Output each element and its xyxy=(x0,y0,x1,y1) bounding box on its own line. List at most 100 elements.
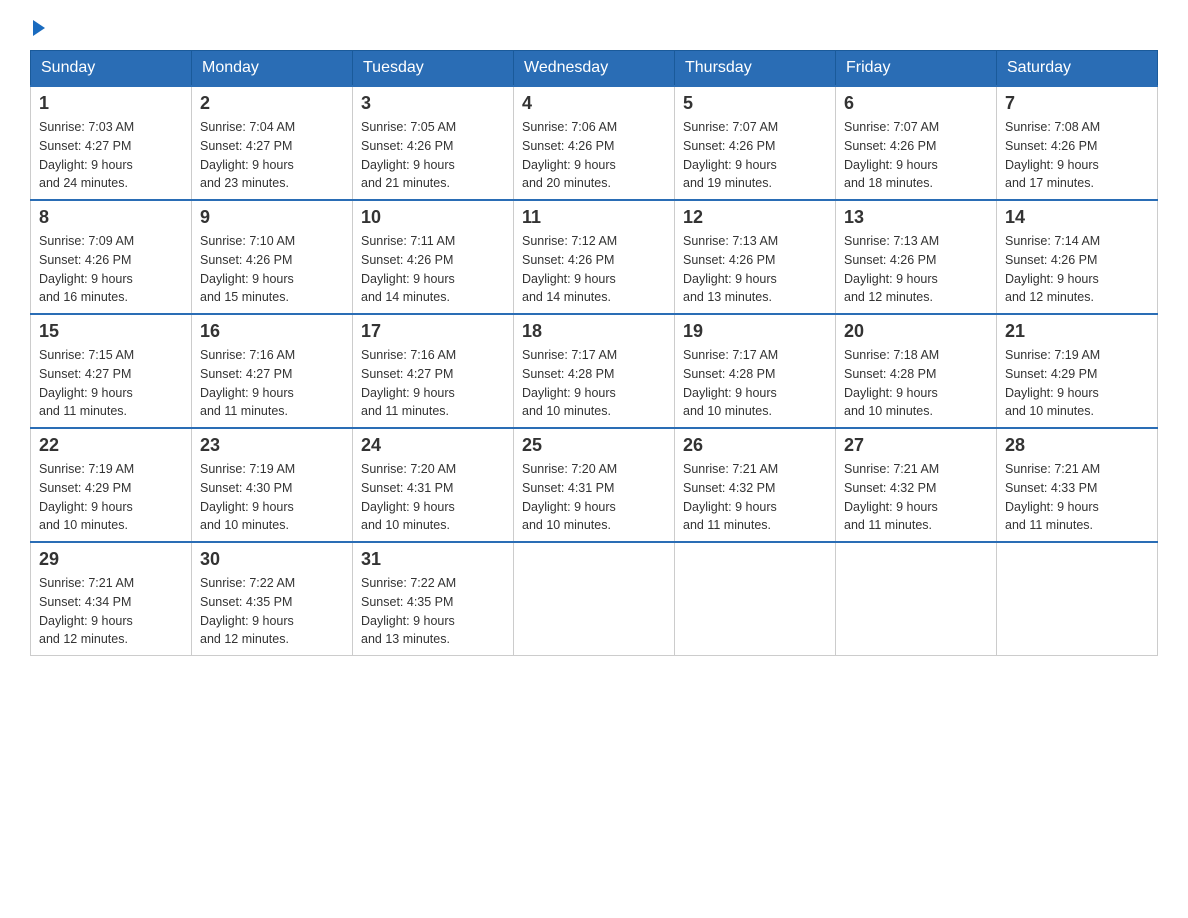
day-info: Sunrise: 7:19 AMSunset: 4:29 PMDaylight:… xyxy=(1005,348,1100,418)
calendar-cell: 13 Sunrise: 7:13 AMSunset: 4:26 PMDaylig… xyxy=(836,200,997,314)
day-info: Sunrise: 7:07 AMSunset: 4:26 PMDaylight:… xyxy=(683,120,778,190)
day-info: Sunrise: 7:03 AMSunset: 4:27 PMDaylight:… xyxy=(39,120,134,190)
day-info: Sunrise: 7:05 AMSunset: 4:26 PMDaylight:… xyxy=(361,120,456,190)
calendar-week-row: 1 Sunrise: 7:03 AMSunset: 4:27 PMDayligh… xyxy=(31,86,1158,200)
day-number: 29 xyxy=(39,549,183,570)
day-number: 14 xyxy=(1005,207,1149,228)
calendar-week-row: 8 Sunrise: 7:09 AMSunset: 4:26 PMDayligh… xyxy=(31,200,1158,314)
calendar-header-thursday: Thursday xyxy=(675,51,836,87)
day-info: Sunrise: 7:07 AMSunset: 4:26 PMDaylight:… xyxy=(844,120,939,190)
logo-triangle-icon xyxy=(33,20,45,36)
calendar-cell: 22 Sunrise: 7:19 AMSunset: 4:29 PMDaylig… xyxy=(31,428,192,542)
day-number: 17 xyxy=(361,321,505,342)
calendar-cell: 28 Sunrise: 7:21 AMSunset: 4:33 PMDaylig… xyxy=(997,428,1158,542)
day-number: 7 xyxy=(1005,93,1149,114)
logo xyxy=(30,20,45,40)
day-info: Sunrise: 7:09 AMSunset: 4:26 PMDaylight:… xyxy=(39,234,134,304)
day-info: Sunrise: 7:20 AMSunset: 4:31 PMDaylight:… xyxy=(361,462,456,532)
calendar-cell: 21 Sunrise: 7:19 AMSunset: 4:29 PMDaylig… xyxy=(997,314,1158,428)
calendar-cell: 10 Sunrise: 7:11 AMSunset: 4:26 PMDaylig… xyxy=(353,200,514,314)
calendar-cell: 18 Sunrise: 7:17 AMSunset: 4:28 PMDaylig… xyxy=(514,314,675,428)
calendar-week-row: 29 Sunrise: 7:21 AMSunset: 4:34 PMDaylig… xyxy=(31,542,1158,656)
calendar-cell: 29 Sunrise: 7:21 AMSunset: 4:34 PMDaylig… xyxy=(31,542,192,656)
day-info: Sunrise: 7:21 AMSunset: 4:33 PMDaylight:… xyxy=(1005,462,1100,532)
day-info: Sunrise: 7:13 AMSunset: 4:26 PMDaylight:… xyxy=(683,234,778,304)
day-info: Sunrise: 7:17 AMSunset: 4:28 PMDaylight:… xyxy=(683,348,778,418)
day-number: 12 xyxy=(683,207,827,228)
calendar-cell: 24 Sunrise: 7:20 AMSunset: 4:31 PMDaylig… xyxy=(353,428,514,542)
day-info: Sunrise: 7:18 AMSunset: 4:28 PMDaylight:… xyxy=(844,348,939,418)
calendar-header-friday: Friday xyxy=(836,51,997,87)
calendar-cell: 31 Sunrise: 7:22 AMSunset: 4:35 PMDaylig… xyxy=(353,542,514,656)
calendar-cell: 26 Sunrise: 7:21 AMSunset: 4:32 PMDaylig… xyxy=(675,428,836,542)
day-number: 1 xyxy=(39,93,183,114)
calendar-table: SundayMondayTuesdayWednesdayThursdayFrid… xyxy=(30,50,1158,656)
day-number: 20 xyxy=(844,321,988,342)
day-number: 27 xyxy=(844,435,988,456)
calendar-cell: 5 Sunrise: 7:07 AMSunset: 4:26 PMDayligh… xyxy=(675,86,836,200)
calendar-cell: 20 Sunrise: 7:18 AMSunset: 4:28 PMDaylig… xyxy=(836,314,997,428)
day-number: 15 xyxy=(39,321,183,342)
day-info: Sunrise: 7:08 AMSunset: 4:26 PMDaylight:… xyxy=(1005,120,1100,190)
day-number: 30 xyxy=(200,549,344,570)
calendar-header-saturday: Saturday xyxy=(997,51,1158,87)
calendar-cell: 27 Sunrise: 7:21 AMSunset: 4:32 PMDaylig… xyxy=(836,428,997,542)
day-info: Sunrise: 7:06 AMSunset: 4:26 PMDaylight:… xyxy=(522,120,617,190)
calendar-cell xyxy=(514,542,675,656)
day-info: Sunrise: 7:12 AMSunset: 4:26 PMDaylight:… xyxy=(522,234,617,304)
calendar-cell: 9 Sunrise: 7:10 AMSunset: 4:26 PMDayligh… xyxy=(192,200,353,314)
day-number: 6 xyxy=(844,93,988,114)
day-info: Sunrise: 7:16 AMSunset: 4:27 PMDaylight:… xyxy=(361,348,456,418)
calendar-cell: 3 Sunrise: 7:05 AMSunset: 4:26 PMDayligh… xyxy=(353,86,514,200)
day-number: 4 xyxy=(522,93,666,114)
calendar-cell: 12 Sunrise: 7:13 AMSunset: 4:26 PMDaylig… xyxy=(675,200,836,314)
calendar-cell xyxy=(675,542,836,656)
day-number: 25 xyxy=(522,435,666,456)
calendar-cell: 1 Sunrise: 7:03 AMSunset: 4:27 PMDayligh… xyxy=(31,86,192,200)
day-info: Sunrise: 7:21 AMSunset: 4:32 PMDaylight:… xyxy=(683,462,778,532)
calendar-cell: 23 Sunrise: 7:19 AMSunset: 4:30 PMDaylig… xyxy=(192,428,353,542)
calendar-header-wednesday: Wednesday xyxy=(514,51,675,87)
day-info: Sunrise: 7:22 AMSunset: 4:35 PMDaylight:… xyxy=(361,576,456,646)
day-number: 23 xyxy=(200,435,344,456)
day-info: Sunrise: 7:11 AMSunset: 4:26 PMDaylight:… xyxy=(361,234,455,304)
calendar-cell: 15 Sunrise: 7:15 AMSunset: 4:27 PMDaylig… xyxy=(31,314,192,428)
day-number: 8 xyxy=(39,207,183,228)
day-number: 13 xyxy=(844,207,988,228)
calendar-cell: 14 Sunrise: 7:14 AMSunset: 4:26 PMDaylig… xyxy=(997,200,1158,314)
calendar-cell: 4 Sunrise: 7:06 AMSunset: 4:26 PMDayligh… xyxy=(514,86,675,200)
day-number: 31 xyxy=(361,549,505,570)
calendar-cell: 2 Sunrise: 7:04 AMSunset: 4:27 PMDayligh… xyxy=(192,86,353,200)
day-info: Sunrise: 7:14 AMSunset: 4:26 PMDaylight:… xyxy=(1005,234,1100,304)
calendar-cell: 17 Sunrise: 7:16 AMSunset: 4:27 PMDaylig… xyxy=(353,314,514,428)
day-info: Sunrise: 7:21 AMSunset: 4:34 PMDaylight:… xyxy=(39,576,134,646)
day-info: Sunrise: 7:10 AMSunset: 4:26 PMDaylight:… xyxy=(200,234,295,304)
day-number: 5 xyxy=(683,93,827,114)
calendar-header-row: SundayMondayTuesdayWednesdayThursdayFrid… xyxy=(31,51,1158,87)
calendar-cell xyxy=(836,542,997,656)
calendar-cell xyxy=(997,542,1158,656)
day-number: 2 xyxy=(200,93,344,114)
day-number: 16 xyxy=(200,321,344,342)
day-number: 21 xyxy=(1005,321,1149,342)
day-info: Sunrise: 7:22 AMSunset: 4:35 PMDaylight:… xyxy=(200,576,295,646)
day-info: Sunrise: 7:16 AMSunset: 4:27 PMDaylight:… xyxy=(200,348,295,418)
day-number: 26 xyxy=(683,435,827,456)
calendar-week-row: 15 Sunrise: 7:15 AMSunset: 4:27 PMDaylig… xyxy=(31,314,1158,428)
day-number: 28 xyxy=(1005,435,1149,456)
calendar-cell: 19 Sunrise: 7:17 AMSunset: 4:28 PMDaylig… xyxy=(675,314,836,428)
day-number: 3 xyxy=(361,93,505,114)
day-number: 10 xyxy=(361,207,505,228)
day-number: 11 xyxy=(522,207,666,228)
day-info: Sunrise: 7:04 AMSunset: 4:27 PMDaylight:… xyxy=(200,120,295,190)
day-info: Sunrise: 7:17 AMSunset: 4:28 PMDaylight:… xyxy=(522,348,617,418)
calendar-week-row: 22 Sunrise: 7:19 AMSunset: 4:29 PMDaylig… xyxy=(31,428,1158,542)
calendar-cell: 16 Sunrise: 7:16 AMSunset: 4:27 PMDaylig… xyxy=(192,314,353,428)
day-info: Sunrise: 7:19 AMSunset: 4:30 PMDaylight:… xyxy=(200,462,295,532)
day-info: Sunrise: 7:13 AMSunset: 4:26 PMDaylight:… xyxy=(844,234,939,304)
day-info: Sunrise: 7:19 AMSunset: 4:29 PMDaylight:… xyxy=(39,462,134,532)
calendar-header-monday: Monday xyxy=(192,51,353,87)
day-info: Sunrise: 7:15 AMSunset: 4:27 PMDaylight:… xyxy=(39,348,134,418)
calendar-cell: 25 Sunrise: 7:20 AMSunset: 4:31 PMDaylig… xyxy=(514,428,675,542)
day-info: Sunrise: 7:20 AMSunset: 4:31 PMDaylight:… xyxy=(522,462,617,532)
